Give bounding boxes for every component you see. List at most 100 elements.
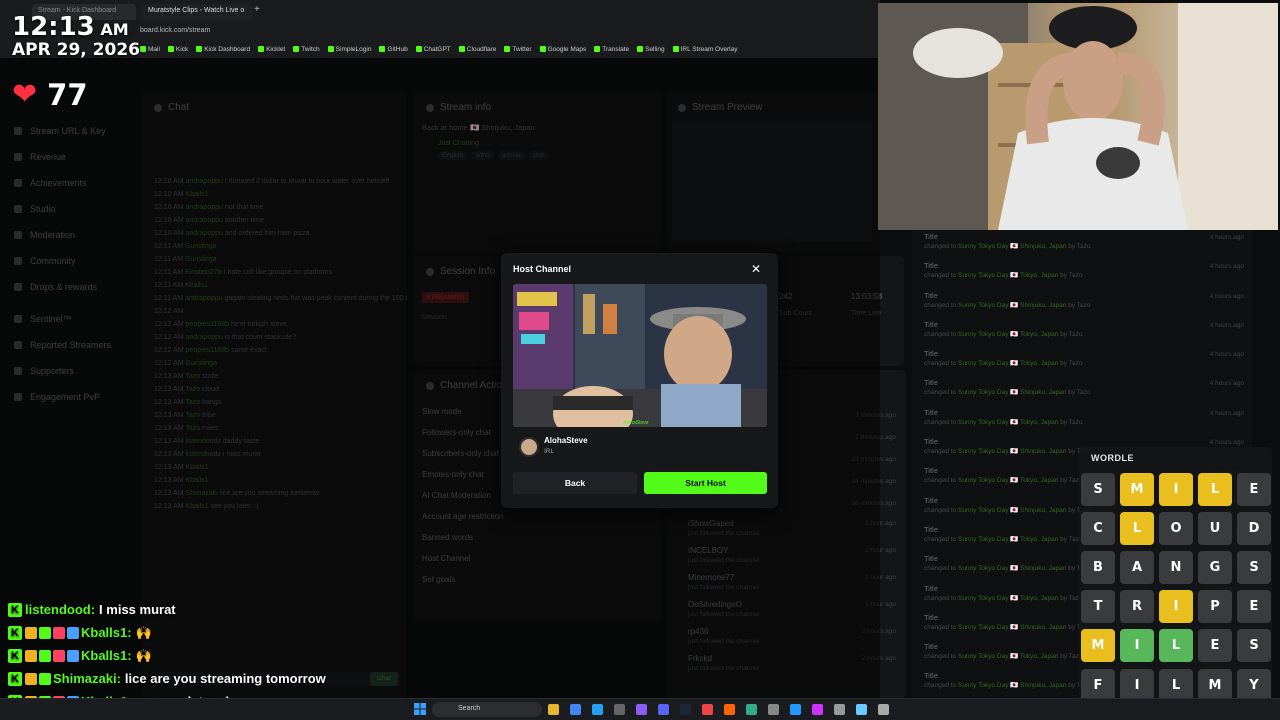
badge-icon xyxy=(53,626,65,639)
activity-time: 4 hours ago xyxy=(1209,409,1244,417)
wordle-tile: E xyxy=(1237,590,1271,623)
bookmark-icon xyxy=(327,46,334,52)
activity-value: Sunny Tokyo Day 🇯🇵 Tokyo, Japan xyxy=(957,360,1059,368)
heart-rate-value: 77 xyxy=(47,78,88,112)
bookmark-item[interactable]: SimpleLogin xyxy=(327,44,371,54)
bookmark-item[interactable]: IRL Stream Overlay xyxy=(672,44,737,54)
wordle-tile: O xyxy=(1159,512,1193,545)
channel-category: IRL xyxy=(544,448,555,455)
bookmark-icon xyxy=(415,46,422,52)
bookmark-item[interactable]: Twitter xyxy=(504,44,532,54)
back-button[interactable]: Back xyxy=(513,472,637,494)
overlay-chat-username: Kballs1: xyxy=(81,648,132,663)
app-icon[interactable] xyxy=(812,704,823,715)
badge-icon xyxy=(67,649,79,662)
bookmark-item[interactable]: ChatGPT xyxy=(415,44,451,54)
wordle-tile: T xyxy=(1081,590,1115,623)
address-bar[interactable]: board.kick.com/stream xyxy=(140,27,840,39)
bookmark-label: Twitch xyxy=(301,45,320,53)
overlay-chat-line: Klistendood: I miss murat xyxy=(8,598,368,621)
activity-time: 4 hours ago xyxy=(1209,292,1244,300)
activity-prefix: changed to xyxy=(924,653,958,661)
bookmark-item[interactable]: Mail xyxy=(140,44,160,54)
activity-value: Sunny Tokyo Day 🇯🇵 Shinjuku, Japan xyxy=(957,565,1067,573)
discord-icon[interactable] xyxy=(658,704,669,715)
app-icon[interactable] xyxy=(724,704,735,715)
app-icon[interactable] xyxy=(702,704,713,715)
overlay-chat-username: listendood: xyxy=(25,602,96,617)
activity-value: Sunny Tokyo Day 🇯🇵 Tokyo, Japan xyxy=(957,594,1059,602)
bookmark-item[interactable]: Cloudflare xyxy=(458,44,496,54)
activity-value: Sunny Tokyo Day 🇯🇵 Tokyo, Japan xyxy=(957,653,1059,661)
bookmark-item[interactable]: GitHub xyxy=(379,44,408,54)
obs-icon[interactable] xyxy=(636,704,647,715)
wordle-tile: L xyxy=(1159,629,1193,662)
wordle-tile: I xyxy=(1159,590,1193,623)
bookmark-item[interactable]: Kick Dashboard xyxy=(196,44,250,54)
folder-icon[interactable] xyxy=(548,704,559,715)
thumbnail-watermark: AlohaSteve xyxy=(623,420,649,426)
activity-item: Title changed to Sunny Tokyo Day 🇯🇵 Shinj… xyxy=(912,376,1252,405)
activity-time: 4 hours ago xyxy=(1209,234,1244,241)
bookmarks-bar: Mail Kick Kick Dashboard Kicklet Twitch Simpl… xyxy=(140,44,737,54)
bookmark-label: Kick xyxy=(175,45,189,53)
bookmark-item[interactable]: Translate xyxy=(594,44,629,54)
bookmark-label: Google Maps xyxy=(547,45,587,53)
activity-prefix: changed to xyxy=(924,330,958,338)
kick-icon: K xyxy=(8,625,22,640)
app-icon[interactable] xyxy=(746,704,757,715)
app-icon[interactable] xyxy=(878,704,889,715)
heart-rate-overlay: ❤ 77 xyxy=(12,78,88,112)
activity-title: Title xyxy=(924,319,938,329)
activity-item: Title changed to Sunny Tokyo Day 🇯🇵 Tokyo… xyxy=(912,406,1252,435)
chrome-icon[interactable] xyxy=(570,704,581,715)
wordle-tile: R xyxy=(1120,590,1154,623)
close-icon[interactable]: ✕ xyxy=(751,262,761,276)
clock-time-value: 12:13 xyxy=(12,12,95,42)
bookmark-item[interactable]: Google Maps xyxy=(539,44,587,54)
start-host-button[interactable]: Start Host xyxy=(644,472,767,494)
app-icon[interactable] xyxy=(790,704,801,715)
app-icon[interactable] xyxy=(856,704,867,715)
bookmark-icon xyxy=(594,46,601,52)
activity-title: Title xyxy=(924,349,938,359)
activity-title: Title xyxy=(924,437,938,447)
new-tab-icon[interactable]: + xyxy=(254,4,260,15)
activity-value: Sunny Tokyo Day 🇯🇵 Shinjuku, Japan xyxy=(957,682,1067,690)
activity-value: Sunny Tokyo Day 🇯🇵 Shinjuku, Japan xyxy=(957,623,1067,631)
channel-thumbnail: AlohaSteve xyxy=(513,284,767,427)
steam-icon[interactable] xyxy=(680,704,691,715)
badge-icon xyxy=(25,649,37,662)
kick-icon: K xyxy=(8,602,22,617)
activity-author: by Tazo xyxy=(1058,272,1083,280)
bookmark-item[interactable]: Twitch xyxy=(293,44,320,54)
clock-date: APR 29, 2026 xyxy=(12,40,140,60)
app-icon[interactable] xyxy=(834,704,845,715)
activity-item: Title changed to Sunny Tokyo Day 🇯🇵 Tokyo… xyxy=(912,259,1252,288)
activity-prefix: changed to xyxy=(924,623,958,631)
windows-start-icon[interactable] xyxy=(414,703,426,715)
windows-taskbar: Search xyxy=(0,698,1280,720)
bookmark-icon xyxy=(196,46,203,52)
app-icon[interactable] xyxy=(768,704,779,715)
bookmark-item[interactable]: Selling xyxy=(637,44,665,54)
vscode-icon[interactable] xyxy=(592,704,603,715)
browser-tab-clips[interactable]: Muratstyle Clips - Watch Live o xyxy=(142,4,252,20)
clock-time: 12:13 AM xyxy=(12,12,140,42)
terminal-icon[interactable] xyxy=(614,704,625,715)
taskbar-search-label: Search xyxy=(458,705,481,712)
activity-prefix: changed to xyxy=(924,418,958,426)
taskbar-search[interactable]: Search xyxy=(432,702,542,717)
activity-value: Sunny Tokyo Day 🇯🇵 Shinjuku, Japan xyxy=(957,301,1067,309)
bookmark-item[interactable]: Kick xyxy=(167,44,189,54)
wordle-tile: M xyxy=(1120,473,1154,506)
bookmark-icon xyxy=(672,46,679,52)
activity-time: 4 hours ago xyxy=(1209,439,1244,447)
bookmark-item[interactable]: Kicklet xyxy=(258,44,285,54)
bookmark-icon xyxy=(140,46,146,52)
wordle-tile: S xyxy=(1237,551,1271,584)
heart-icon: ❤ xyxy=(12,78,38,111)
badge-icon xyxy=(25,672,37,685)
wordle-tile: G xyxy=(1198,551,1232,584)
activity-title: Title xyxy=(924,261,938,271)
